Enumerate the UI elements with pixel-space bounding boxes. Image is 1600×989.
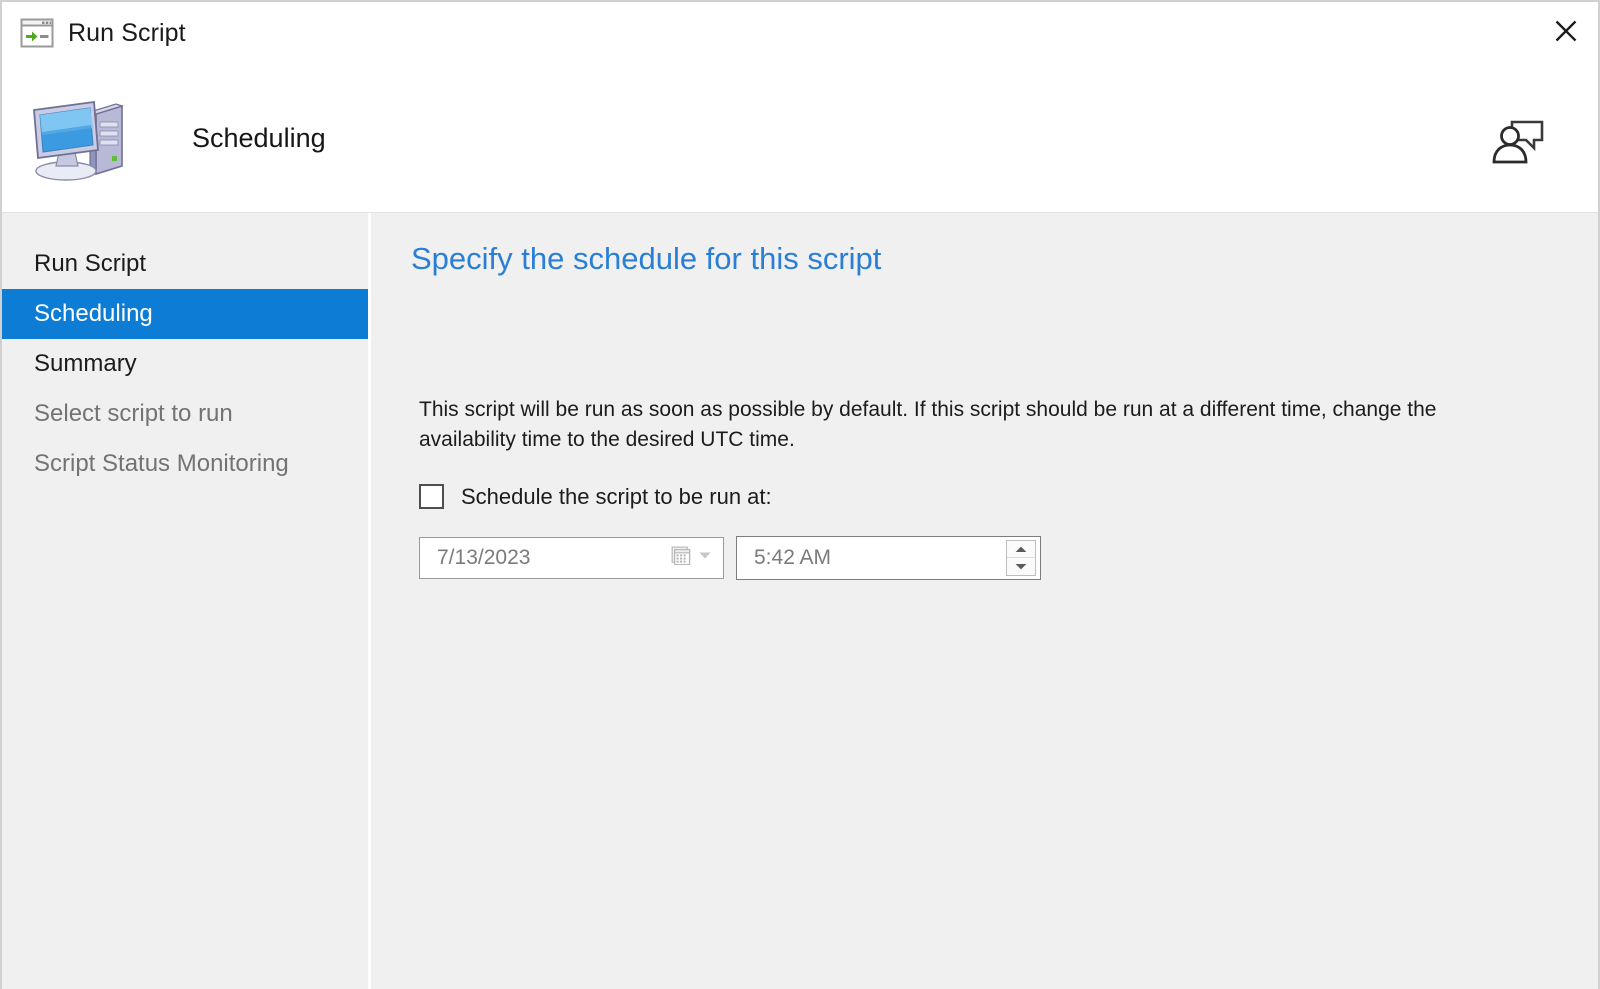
wizard-banner: Scheduling [2,64,1598,213]
time-spinner[interactable] [1006,539,1036,576]
wizard-content: Specify the schedule for this script Thi… [371,213,1598,989]
sidebar-item-scheduling[interactable]: Scheduling [2,289,368,339]
spinner-up-icon[interactable] [1007,541,1035,558]
schedule-date-input[interactable]: 7/13/2023 [419,536,724,579]
window-title: Run Script [68,18,186,47]
sidebar-item-select-script-to-run[interactable]: Select script to run [2,389,368,439]
send-feedback-icon[interactable] [1488,112,1546,164]
schedule-time-value: 5:42 AM [754,545,832,569]
dialog-body: Run Script Scheduling Summary Select scr… [2,213,1598,989]
run-script-window-icon [20,18,54,48]
schedule-date-value: 7/13/2023 [437,545,531,569]
checkbox-box-icon[interactable] [419,484,444,510]
schedule-script-checkbox[interactable]: Schedule the script to be run at: [419,484,772,510]
calendar-icon[interactable] [671,545,691,570]
description-text: This script will be run as soon as possi… [419,398,1437,452]
spinner-down-icon[interactable] [1007,557,1035,575]
chevron-down-icon[interactable] [697,547,713,568]
date-field-icons [671,545,713,570]
banner-title: Scheduling [192,122,326,153]
close-button[interactable] [1534,2,1598,60]
run-script-dialog: Run Script Scheduling Run Script Schedul… [0,0,1600,989]
sidebar-item-script-status-monitoring[interactable]: Script Status Monitoring [2,439,368,489]
sidebar-item-summary[interactable]: Summary [2,339,368,389]
page-title: Specify the schedule for this script [411,241,882,276]
computer-icon [22,88,140,188]
schedule-fields-row: 7/13/2023 5:42 AM [419,535,1598,580]
schedule-script-checkbox-label: Schedule the script to be run at: [461,483,772,509]
wizard-sidebar: Run Script Scheduling Summary Select scr… [2,213,368,989]
sidebar-item-run-script[interactable]: Run Script [2,239,368,289]
close-icon [1555,20,1577,42]
title-bar: Run Script [2,2,1598,64]
schedule-time-input[interactable]: 5:42 AM [736,535,1041,580]
